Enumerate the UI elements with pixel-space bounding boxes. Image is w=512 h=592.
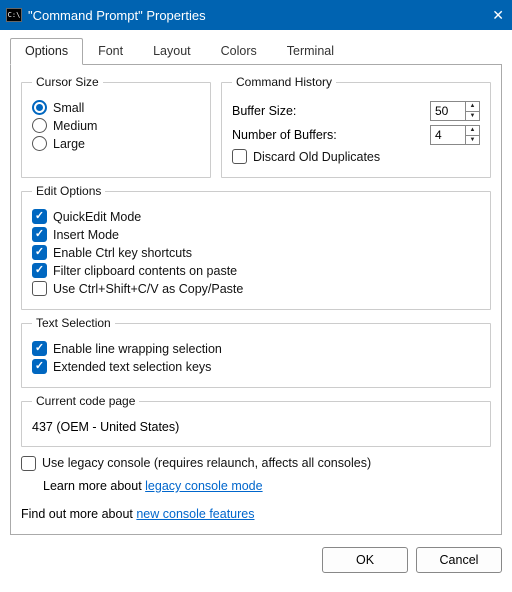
ctrlkeys-checkbox[interactable] <box>32 245 47 260</box>
tab-strip: Options Font Layout Colors Terminal <box>0 30 512 65</box>
app-icon: C:\ <box>6 8 22 22</box>
linewrap-checkbox[interactable] <box>32 341 47 356</box>
extkeys-label: Extended text selection keys <box>53 360 211 374</box>
linewrap-row[interactable]: Enable line wrapping selection <box>32 341 480 356</box>
radio-large-row[interactable]: Large <box>32 136 200 151</box>
insertmode-row[interactable]: Insert Mode <box>32 227 480 242</box>
filter-clipboard-row[interactable]: Filter clipboard contents on paste <box>32 263 480 278</box>
extkeys-row[interactable]: Extended text selection keys <box>32 359 480 374</box>
radio-small[interactable] <box>32 100 47 115</box>
codepage-group: Current code page 437 (OEM - United Stat… <box>21 394 491 447</box>
legacy-learn-prefix: Learn more about <box>43 479 145 493</box>
findout-row: Find out more about new console features <box>21 504 491 524</box>
ctrlshiftcv-checkbox[interactable] <box>32 281 47 296</box>
radio-small-row[interactable]: Small <box>32 100 200 115</box>
discard-duplicates-checkbox[interactable] <box>232 149 247 164</box>
cancel-button[interactable]: Cancel <box>416 547 502 573</box>
buffer-size-input[interactable] <box>431 102 465 120</box>
codepage-value: 437 (OEM - United States) <box>32 416 480 436</box>
window-title: "Command Prompt" Properties <box>28 8 464 23</box>
edit-options-group: Edit Options QuickEdit Mode Insert Mode … <box>21 184 491 310</box>
text-selection-legend: Text Selection <box>32 316 115 330</box>
quickedit-row[interactable]: QuickEdit Mode <box>32 209 480 224</box>
tab-options[interactable]: Options <box>10 38 83 65</box>
cursor-size-legend: Cursor Size <box>32 75 103 89</box>
filter-clipboard-checkbox[interactable] <box>32 263 47 278</box>
filter-clipboard-label: Filter clipboard contents on paste <box>53 264 237 278</box>
codepage-legend: Current code page <box>32 394 139 408</box>
legacy-console-link[interactable]: legacy console mode <box>145 479 262 493</box>
legacy-checkbox[interactable] <box>21 456 36 471</box>
ctrlkeys-label: Enable Ctrl key shortcuts <box>53 246 192 260</box>
findout-prefix: Find out more about <box>21 507 136 521</box>
ctrlshiftcv-label: Use Ctrl+Shift+C/V as Copy/Paste <box>53 282 243 296</box>
legacy-learn-row: Learn more about legacy console mode <box>43 476 491 496</box>
titlebar: C:\ "Command Prompt" Properties ✕ <box>0 0 512 30</box>
quickedit-checkbox[interactable] <box>32 209 47 224</box>
buffer-size-label: Buffer Size: <box>232 104 296 118</box>
tab-terminal[interactable]: Terminal <box>272 38 349 65</box>
buffer-size-input-wrap: ▲ ▼ <box>430 101 480 121</box>
radio-medium[interactable] <box>32 118 47 133</box>
radio-medium-label: Medium <box>53 119 97 133</box>
tab-layout[interactable]: Layout <box>138 38 206 65</box>
dialog-buttons: OK Cancel <box>0 535 512 583</box>
linewrap-label: Enable line wrapping selection <box>53 342 222 356</box>
num-buffers-spinner: ▲ ▼ <box>465 126 479 144</box>
buffer-size-up-icon[interactable]: ▲ <box>466 102 479 112</box>
discard-duplicates-row[interactable]: Discard Old Duplicates <box>232 149 480 164</box>
ctrlshiftcv-row[interactable]: Use Ctrl+Shift+C/V as Copy/Paste <box>32 281 480 296</box>
legacy-label: Use legacy console (requires relaunch, a… <box>42 453 371 473</box>
tab-font[interactable]: Font <box>83 38 138 65</box>
tab-colors[interactable]: Colors <box>206 38 272 65</box>
cursor-size-group: Cursor Size Small Medium Large <box>21 75 211 178</box>
discard-duplicates-label: Discard Old Duplicates <box>253 150 380 164</box>
legacy-row[interactable]: Use legacy console (requires relaunch, a… <box>21 453 491 473</box>
num-buffers-down-icon[interactable]: ▼ <box>466 136 479 145</box>
insertmode-label: Insert Mode <box>53 228 119 242</box>
radio-large-label: Large <box>53 137 85 151</box>
insertmode-checkbox[interactable] <box>32 227 47 242</box>
close-icon[interactable]: ✕ <box>464 7 504 24</box>
edit-options-legend: Edit Options <box>32 184 105 198</box>
radio-large[interactable] <box>32 136 47 151</box>
buffer-size-spinner: ▲ ▼ <box>465 102 479 120</box>
num-buffers-input-wrap: ▲ ▼ <box>430 125 480 145</box>
command-history-legend: Command History <box>232 75 336 89</box>
radio-medium-row[interactable]: Medium <box>32 118 200 133</box>
new-features-link[interactable]: new console features <box>136 507 254 521</box>
text-selection-group: Text Selection Enable line wrapping sele… <box>21 316 491 388</box>
buffer-size-down-icon[interactable]: ▼ <box>466 112 479 121</box>
quickedit-label: QuickEdit Mode <box>53 210 141 224</box>
num-buffers-up-icon[interactable]: ▲ <box>466 126 479 136</box>
options-panel: Cursor Size Small Medium Large Command H… <box>10 64 502 535</box>
ok-button[interactable]: OK <box>322 547 408 573</box>
command-history-group: Command History Buffer Size: ▲ ▼ Number … <box>221 75 491 178</box>
num-buffers-label: Number of Buffers: <box>232 128 337 142</box>
extkeys-checkbox[interactable] <box>32 359 47 374</box>
radio-small-label: Small <box>53 101 84 115</box>
ctrlkeys-row[interactable]: Enable Ctrl key shortcuts <box>32 245 480 260</box>
num-buffers-input[interactable] <box>431 126 465 144</box>
